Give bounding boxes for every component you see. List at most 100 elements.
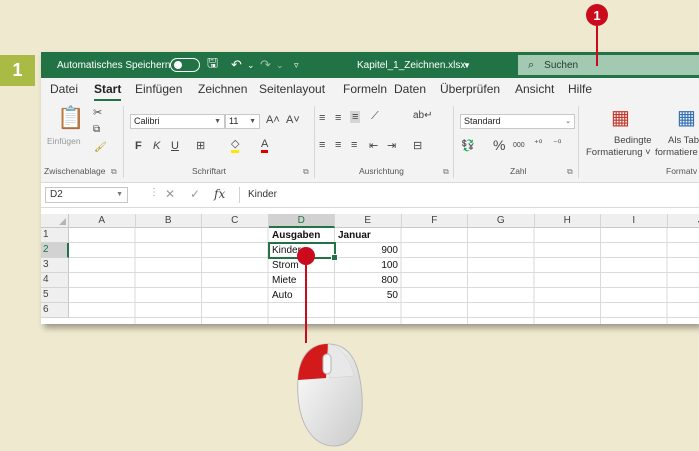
underline-button[interactable]: U bbox=[171, 140, 179, 152]
align-middle-icon[interactable]: ≡ bbox=[335, 112, 341, 124]
tab-einfuegen[interactable]: Einfügen bbox=[135, 82, 182, 96]
customize-quick-access-icon[interactable]: ▿ bbox=[294, 52, 299, 78]
font-size-field[interactable]: 11 ▼ bbox=[225, 114, 260, 129]
italic-button[interactable]: K bbox=[153, 140, 160, 152]
format-painter-icon[interactable]: 🖌 bbox=[94, 142, 107, 153]
number-format-field[interactable]: Standard ⌄ bbox=[460, 114, 575, 129]
cut-icon[interactable]: ✂ bbox=[93, 106, 102, 119]
wrap-text-icon[interactable]: ab↵ bbox=[413, 110, 433, 121]
increase-indent-icon[interactable]: ⇥ bbox=[387, 139, 396, 152]
font-launcher-icon[interactable]: ⧉ bbox=[303, 167, 309, 177]
thousands-button[interactable]: 000 bbox=[513, 142, 525, 149]
column-header-a[interactable]: A bbox=[69, 214, 136, 228]
cell-d1[interactable]: Ausgaben bbox=[269, 228, 335, 243]
align-center-icon[interactable]: ≡ bbox=[335, 139, 341, 151]
cell-e3[interactable]: 100 bbox=[335, 258, 401, 273]
formula-input[interactable]: Kinder bbox=[239, 187, 699, 203]
autosave-label: Automatisches Speichern bbox=[57, 59, 171, 71]
tab-formeln[interactable]: Formeln bbox=[343, 82, 387, 96]
row-header-2[interactable]: 2 bbox=[41, 243, 69, 258]
cell-e1[interactable]: Januar bbox=[335, 228, 401, 243]
select-all-corner[interactable] bbox=[41, 214, 69, 228]
file-name[interactable]: Kapitel_1_Zeichnen.xlsx bbox=[357, 52, 465, 78]
cell-e2[interactable]: 900 bbox=[335, 243, 401, 258]
undo-icon[interactable]: ↶ bbox=[231, 52, 242, 78]
column-header-d[interactable]: D bbox=[268, 214, 335, 228]
cell-e5[interactable]: 50 bbox=[335, 288, 401, 303]
column-header-h[interactable]: H bbox=[534, 214, 601, 228]
bold-button[interactable]: F bbox=[135, 140, 142, 152]
cell-e4[interactable]: 800 bbox=[335, 273, 401, 288]
font-color-icon[interactable]: A bbox=[261, 138, 269, 153]
fill-color-icon[interactable]: ◇ bbox=[231, 138, 240, 153]
cell-d4[interactable]: Miete bbox=[269, 273, 335, 288]
callout-line bbox=[596, 26, 598, 66]
cancel-icon[interactable]: ✕ bbox=[165, 187, 175, 201]
increase-decimal-icon[interactable]: ⁺⁰ bbox=[534, 138, 542, 149]
number-format-dropdown-icon: ⌄ bbox=[565, 118, 571, 125]
percent-button[interactable]: % bbox=[493, 137, 505, 153]
file-name-dropdown-icon[interactable]: ▼ bbox=[463, 52, 471, 78]
decrease-decimal-icon[interactable]: ⁻⁰ bbox=[553, 138, 561, 149]
decrease-indent-icon[interactable]: ⇤ bbox=[369, 139, 378, 152]
enter-icon[interactable]: ✓ bbox=[190, 187, 200, 201]
tab-daten[interactable]: Daten bbox=[394, 82, 426, 96]
copy-icon[interactable]: ⧉ bbox=[93, 124, 100, 135]
row-header-6[interactable]: 6 bbox=[41, 303, 69, 318]
conditional-formatting-line2[interactable]: Formatierung ˅ bbox=[586, 147, 651, 158]
align-left-icon[interactable]: ≡ bbox=[319, 139, 325, 151]
number-format-value: Standard bbox=[464, 116, 501, 126]
search-box[interactable]: ⌕ Suchen bbox=[518, 55, 699, 75]
column-header-g[interactable]: G bbox=[468, 214, 535, 228]
conditional-formatting-line1[interactable]: Bedingte bbox=[614, 135, 652, 146]
paste-icon[interactable]: 📋 bbox=[57, 105, 84, 131]
orientation-icon[interactable]: ⟋ bbox=[371, 110, 379, 123]
format-as-table-icon[interactable]: ▦ bbox=[677, 105, 696, 130]
undo-dropdown-icon[interactable]: ⌄ bbox=[247, 52, 255, 78]
row-header-3[interactable]: 3 bbox=[41, 258, 69, 273]
autosave-toggle[interactable] bbox=[170, 58, 200, 72]
alignment-launcher-icon[interactable]: ⧉ bbox=[443, 167, 449, 177]
tab-hilfe[interactable]: Hilfe bbox=[568, 82, 592, 96]
column-header-e[interactable]: E bbox=[335, 214, 402, 228]
align-top-icon[interactable]: ≡ bbox=[319, 112, 325, 124]
tab-start[interactable]: Start bbox=[94, 82, 122, 101]
merge-center-icon[interactable]: ⊟ bbox=[413, 139, 422, 152]
format-as-table-line1[interactable]: Als Tabe bbox=[668, 135, 699, 146]
font-name-value: Calibri bbox=[134, 116, 160, 126]
column-header-b[interactable]: B bbox=[135, 214, 202, 228]
clipboard-launcher-icon[interactable]: ⧉ bbox=[111, 167, 117, 177]
tab-datei[interactable]: Datei bbox=[50, 82, 78, 96]
title-bar: Automatisches Speichern 🖫 ↶ ⌄ ↷ ⌄ ▿ Kapi… bbox=[41, 52, 699, 78]
column-header-c[interactable]: C bbox=[202, 214, 269, 228]
redo-dropdown-icon[interactable]: ⌄ bbox=[276, 52, 284, 78]
align-right-icon[interactable]: ≡ bbox=[351, 139, 357, 151]
tab-ansicht[interactable]: Ansicht bbox=[515, 82, 554, 96]
spreadsheet-grid: A B C D E F G H I J 1 2 3 4 5 6 Ausgaben… bbox=[41, 214, 699, 324]
cell-d5[interactable]: Auto bbox=[269, 288, 335, 303]
tab-zeichnen[interactable]: Zeichnen bbox=[198, 82, 247, 96]
borders-icon[interactable]: ⊞ bbox=[196, 139, 205, 152]
save-icon[interactable]: 🖫 bbox=[207, 52, 218, 78]
redo-icon[interactable]: ↷ bbox=[260, 52, 271, 78]
number-launcher-icon[interactable]: ⧉ bbox=[567, 167, 573, 177]
tab-seitenlayout[interactable]: Seitenlayout bbox=[259, 82, 325, 96]
shrink-font-button[interactable]: A˅ bbox=[286, 114, 300, 126]
column-header-i[interactable]: I bbox=[601, 214, 668, 228]
conditional-formatting-icon[interactable]: ▦ bbox=[611, 105, 630, 130]
column-header-j[interactable]: J bbox=[667, 214, 699, 228]
grow-font-button[interactable]: A˄ bbox=[266, 114, 280, 126]
align-bottom-icon[interactable]: ≡ bbox=[350, 111, 361, 123]
font-name-field[interactable]: Calibri ▼ bbox=[130, 114, 225, 129]
format-as-table-line2[interactable]: formatiere bbox=[655, 147, 698, 158]
group-font-label: Schriftart bbox=[192, 166, 227, 176]
font-size-dropdown-icon: ▼ bbox=[249, 118, 256, 125]
row-header-4[interactable]: 4 bbox=[41, 273, 69, 288]
name-box[interactable]: D2 ▼ bbox=[45, 187, 128, 203]
insert-function-icon[interactable]: fx bbox=[214, 187, 225, 201]
column-header-f[interactable]: F bbox=[401, 214, 468, 228]
currency-format-icon[interactable]: 💱 bbox=[461, 139, 475, 152]
row-header-1[interactable]: 1 bbox=[41, 228, 69, 243]
row-header-5[interactable]: 5 bbox=[41, 288, 69, 303]
tab-ueberpruefen[interactable]: Überprüfen bbox=[440, 82, 500, 96]
